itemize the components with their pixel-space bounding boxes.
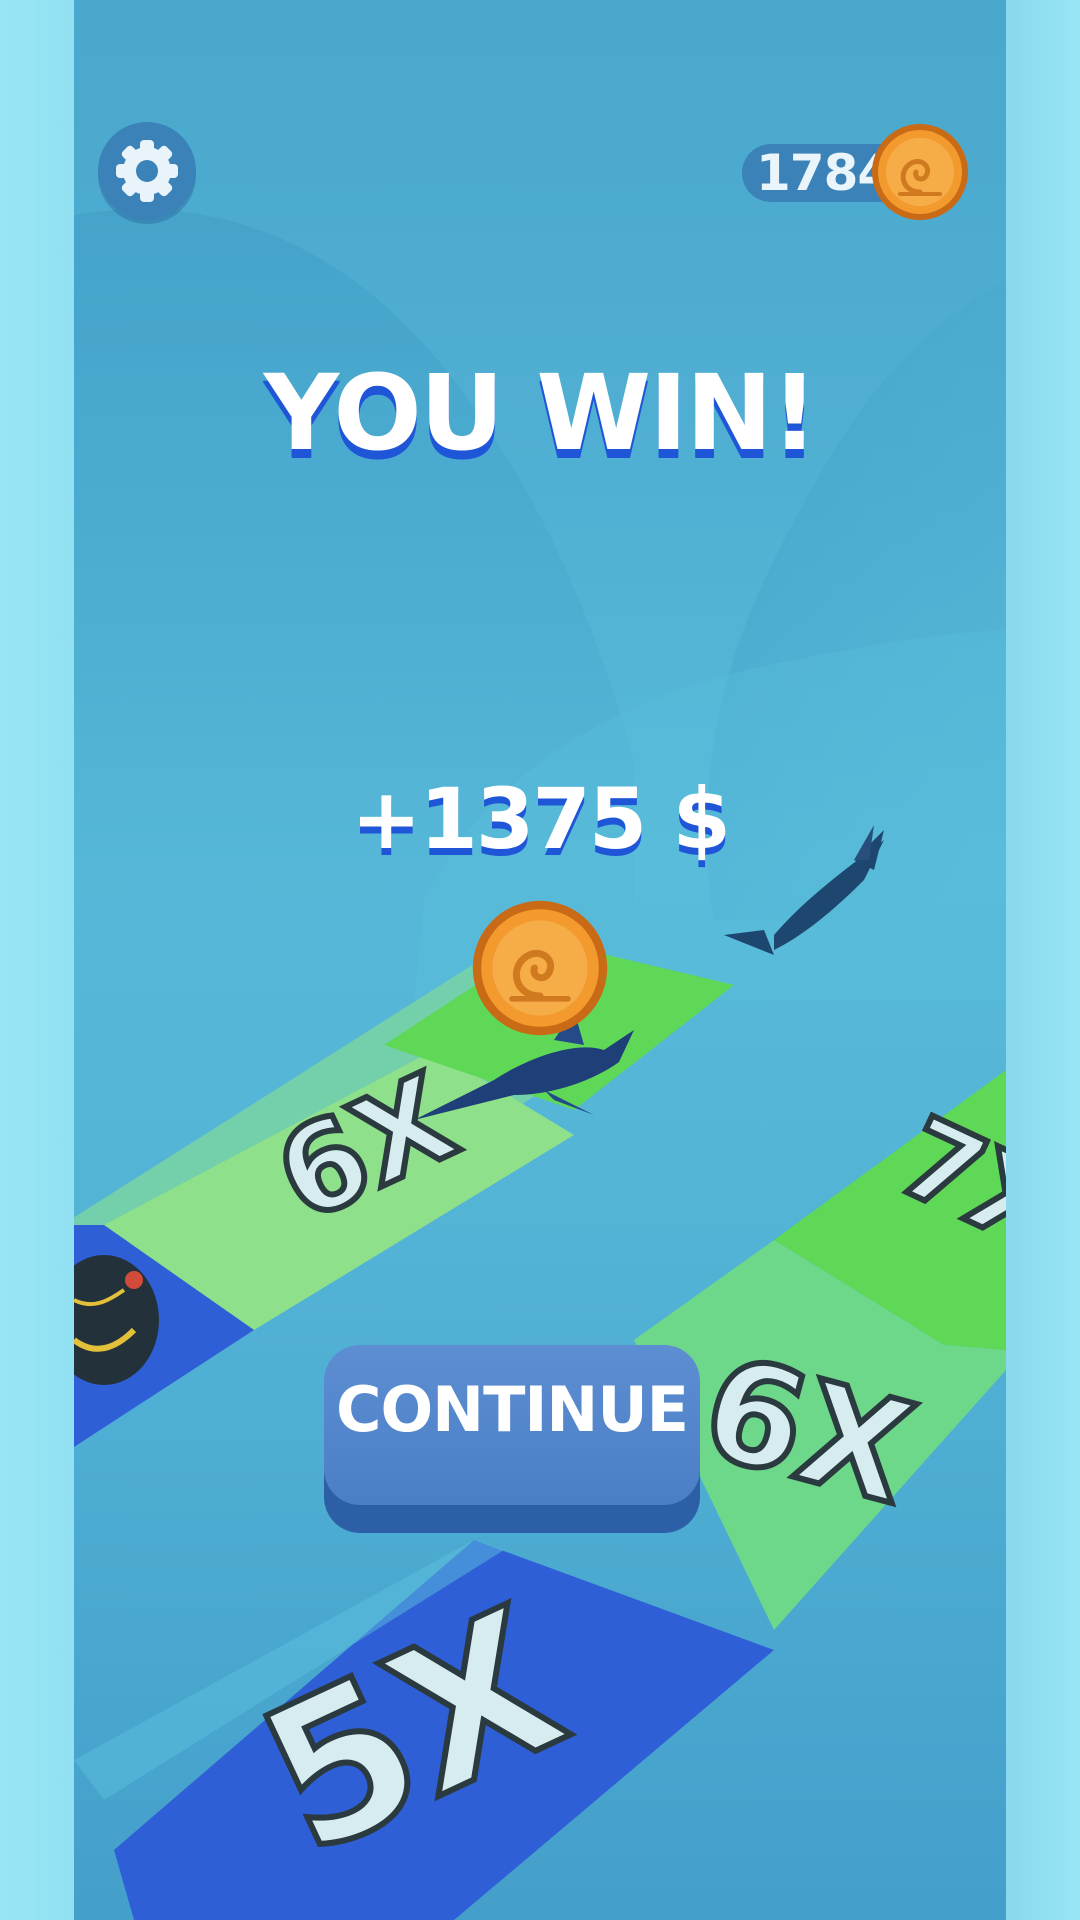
game-viewport: 6X 7X 6X 5X 1784 YOU WIN! +1375 $ CONTIN…: [74, 0, 1006, 1920]
reward-amount: +1375 $: [351, 770, 731, 868]
shell-coin-icon: [870, 122, 970, 222]
win-headline: YOU WIN!: [263, 352, 819, 474]
screen: 6X 7X 6X 5X 1784 YOU WIN! +1375 $ CONTIN…: [0, 0, 1080, 1920]
continue-button[interactable]: CONTINUE: [324, 1345, 700, 1533]
shell-coin-icon: [470, 898, 610, 1038]
settings-button[interactable]: [98, 122, 196, 220]
gear-icon: [116, 140, 178, 202]
coin-balance: 1784: [742, 124, 972, 220]
continue-button-label: CONTINUE: [335, 1373, 689, 1446]
